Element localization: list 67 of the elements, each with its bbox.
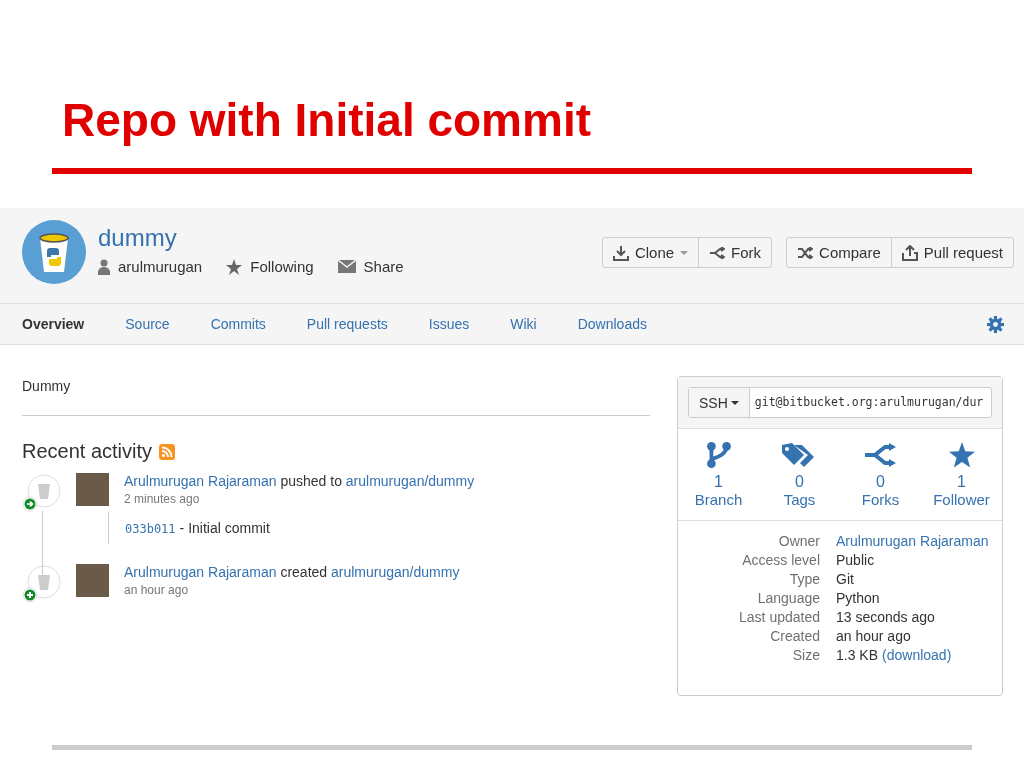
download-link[interactable]: (download): [882, 647, 952, 663]
detail-value: 1.3 KB: [836, 647, 879, 663]
activity-text: Arulmurugan Rajaraman created arulmurugan/dummy: [124, 564, 460, 580]
user-photo-placeholder: [76, 473, 109, 506]
detail-link[interactable]: Arulmurugan Rajaraman: [836, 533, 989, 549]
detail-value: Public: [836, 552, 875, 568]
stat-label[interactable]: Branch: [694, 491, 743, 508]
compare-button[interactable]: Compare: [786, 237, 892, 268]
download-icon: [612, 244, 629, 261]
commit-hash-link[interactable]: 033b011: [125, 522, 176, 536]
repo-avatar-icon: [22, 220, 86, 284]
nav-tab[interactable]: Issues: [428, 316, 470, 332]
star-icon: [226, 258, 243, 275]
envelope-icon: [337, 260, 356, 273]
activity-text: Arulmurugan Rajaraman pushed to arulmurugan/dummy: [124, 473, 475, 489]
detail-value: an hour ago: [836, 628, 911, 644]
stat-count[interactable]: 0: [795, 473, 804, 491]
share-link[interactable]: Share: [363, 258, 404, 275]
slide-title: Repo with Initial commit: [61, 93, 593, 148]
detail-value: Python: [836, 590, 880, 606]
fork-icon: [864, 442, 897, 468]
detail-label: Type: [788, 571, 820, 587]
detail-label: Created: [769, 628, 820, 644]
activity-time: an hour ago: [124, 583, 190, 597]
nav-tab[interactable]: Commits: [210, 316, 266, 332]
detail-value: 13 seconds ago: [836, 609, 935, 625]
user-icon: [98, 258, 110, 275]
repo-link[interactable]: arulmurugan/dummy: [345, 473, 475, 489]
repo-event-icon: [22, 473, 62, 513]
settings-icon[interactable]: [987, 315, 1004, 333]
detail-label: Access level: [741, 552, 820, 568]
user-link[interactable]: Arulmurugan Rajaraman: [124, 564, 277, 580]
pull-button[interactable]: Pull request: [890, 237, 1014, 268]
user-photo-placeholder: [76, 564, 109, 597]
section-title: Recent activity: [22, 440, 153, 463]
fork-button[interactable]: Fork: [698, 237, 773, 268]
stat-count[interactable]: 0: [876, 473, 885, 491]
owner-link[interactable]: arulmurugan: [118, 258, 203, 275]
detail-value: Git: [836, 571, 854, 587]
stat-label[interactable]: Forks: [861, 491, 900, 508]
caret-icon: [680, 250, 689, 255]
user-link[interactable]: Arulmurugan Rajaraman: [124, 473, 277, 489]
upload-icon: [901, 244, 918, 261]
nav-tab[interactable]: Source: [125, 316, 170, 332]
branch-icon: [705, 442, 732, 468]
nav-tab[interactable]: Downloads: [577, 316, 647, 332]
detail-label: Owner: [777, 533, 820, 549]
nav-tab[interactable]: Wiki: [510, 316, 537, 332]
stat-label[interactable]: Tags: [783, 491, 816, 508]
clone-button[interactable]: Clone: [601, 237, 700, 268]
detail-label: Language: [756, 590, 820, 606]
detail-label: Last updated: [738, 609, 820, 625]
star-icon: [948, 442, 975, 468]
repo-link[interactable]: arulmurugan/dummy: [331, 564, 460, 580]
repo-description: Dummy: [22, 378, 72, 394]
nav-tab[interactable]: Pull requests: [306, 316, 388, 332]
repo-name[interactable]: dummy: [98, 224, 428, 252]
nav-tab[interactable]: Overview: [22, 316, 85, 332]
activity-time: 2 minutes ago: [124, 492, 201, 506]
shuffle-icon: [797, 246, 814, 259]
stat-count[interactable]: 1: [714, 473, 723, 491]
following-link[interactable]: Following: [250, 258, 314, 275]
stat-count[interactable]: 1: [957, 473, 966, 491]
stat-label[interactable]: Follower: [933, 491, 990, 508]
commit-message: - Initial commit: [179, 520, 270, 536]
detail-label: Size: [791, 647, 820, 663]
fork-icon: [709, 246, 726, 259]
